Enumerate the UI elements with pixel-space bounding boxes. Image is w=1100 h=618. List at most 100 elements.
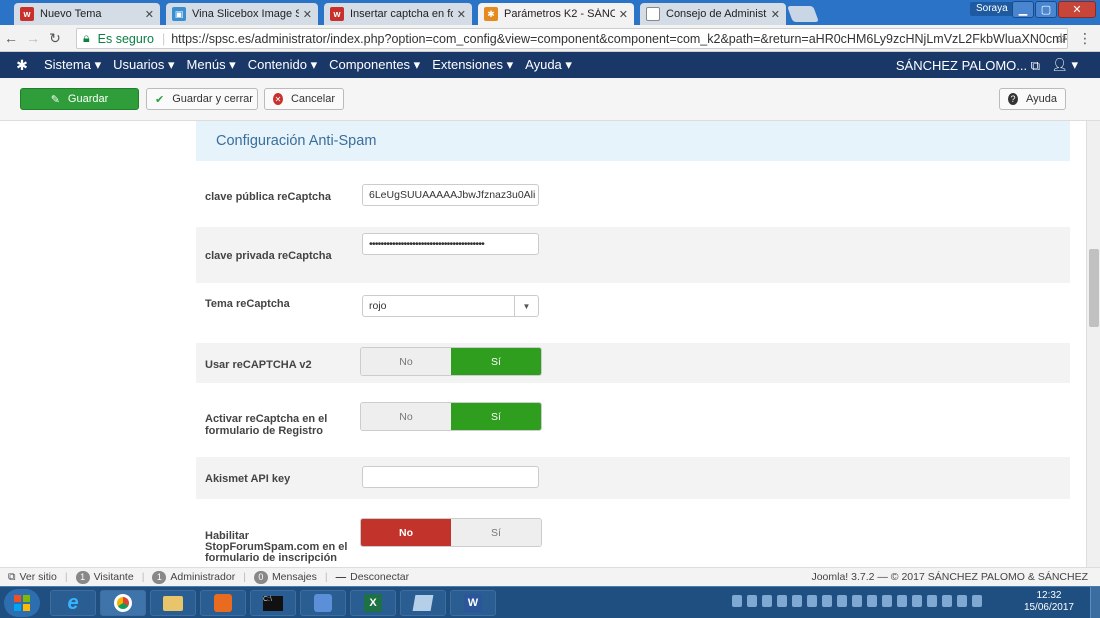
tab-close-icon[interactable]: ✕	[619, 8, 628, 21]
private-key-input[interactable]: ••••••••••••••••••••••••••••••••••••••••	[362, 233, 539, 255]
excel-icon[interactable]: X	[350, 590, 396, 616]
file-explorer-icon[interactable]	[150, 590, 196, 616]
scrollbar-thumb[interactable]	[1089, 249, 1099, 327]
browser-tab-2[interactable]: ▣ Vina Slicebox Image Slid ✕	[166, 3, 318, 25]
window-minimize-icon[interactable]: ▁	[1012, 1, 1034, 18]
internet-explorer-icon[interactable]: e	[50, 590, 96, 616]
lock-icon: 🔒︎	[83, 31, 90, 45]
cancel-button-label: Cancelar	[290, 93, 335, 105]
visitors-label: Visitante	[93, 571, 134, 583]
browser-menu-icon[interactable]: ⋮	[1074, 30, 1096, 47]
page-scrollbar[interactable]	[1086, 121, 1100, 567]
recaptcha-v2-no-option[interactable]: No	[361, 348, 451, 375]
save-and-close-button[interactable]: ✔ Guardar y cerrar	[146, 88, 258, 110]
logout-label: Desconectar	[350, 571, 410, 583]
secure-label: Es seguro	[97, 31, 154, 46]
menu-extensiones[interactable]: Extensiones ▾	[432, 57, 513, 73]
show-desktop-button[interactable]	[1090, 587, 1100, 618]
browser-tab-4-active[interactable]: ✱ Parámetros K2 - SÁNCHE ✕	[478, 3, 634, 25]
public-key-input[interactable]: 6LeUgSUUAAAAAJbwJfznaz3u0Ali	[362, 184, 539, 206]
logout-link[interactable]: — Desconectar	[336, 571, 409, 583]
tab-close-icon[interactable]: ✕	[303, 8, 312, 21]
tray-icon[interactable]	[777, 595, 787, 607]
tray-icon[interactable]	[807, 595, 817, 607]
tray-icon[interactable]	[852, 595, 862, 607]
cancel-button[interactable]: ✕ Cancelar	[264, 88, 344, 110]
minus-icon: —	[335, 571, 347, 583]
admins-label: Administrador	[170, 571, 236, 583]
new-tab-button[interactable]	[787, 6, 819, 22]
tab-close-icon[interactable]: ✕	[771, 8, 780, 21]
recaptcha-v2-row: Usar reCAPTCHA v2 No Sí	[196, 343, 1070, 383]
tray-icon[interactable]	[882, 595, 892, 607]
joomla-version-footer: Joomla! 3.7.2 — © 2017 SÁNCHEZ PALOMO & …	[811, 571, 1088, 583]
tray-icon[interactable]	[762, 595, 772, 607]
view-site-link[interactable]: ⧉ Ver sitio	[8, 571, 57, 584]
tab-label: Parámetros K2 - SÁNCHE	[504, 8, 615, 20]
chevron-down-icon: ▼	[514, 296, 538, 316]
tab-close-icon[interactable]: ✕	[145, 8, 154, 21]
word-icon[interactable]: W	[450, 590, 496, 616]
recaptcha-v2-yes-option[interactable]: Sí	[451, 348, 541, 375]
admin-site-name-link[interactable]: SÁNCHEZ PALOMO... ⧉	[896, 58, 1040, 74]
save-button[interactable]: ✎ Guardar	[20, 88, 139, 110]
browser-tab-1[interactable]: w Nuevo Tema ✕	[14, 3, 160, 25]
akismet-api-key-input[interactable]	[362, 466, 539, 488]
theme-row: Tema reCaptcha rojo ▼	[196, 283, 1070, 341]
tray-icon[interactable]	[957, 595, 967, 607]
browser-tab-3[interactable]: w Insertar captcha en form ✕	[324, 3, 472, 25]
tray-icon[interactable]	[897, 595, 907, 607]
joomla-logo-icon[interactable]: ✱	[0, 57, 44, 74]
tray-icon[interactable]	[747, 595, 757, 607]
media-player-icon[interactable]	[200, 590, 246, 616]
browser-profile-badge[interactable]: Soraya	[970, 2, 1014, 16]
forward-arrow-icon[interactable]: →	[22, 30, 44, 46]
status-divider: |	[64, 571, 68, 583]
reload-icon[interactable]: ↻	[44, 30, 66, 47]
menu-componentes[interactable]: Componentes ▾	[329, 57, 420, 73]
tray-icon[interactable]	[927, 595, 937, 607]
menu-menus[interactable]: Menús ▾	[187, 57, 236, 73]
taskbar-clock[interactable]: 12:32 15/06/2017	[1024, 590, 1074, 614]
bookmark-star-icon[interactable]: ☆	[1050, 30, 1072, 47]
theme-select[interactable]: rojo ▼	[362, 295, 539, 317]
tray-icon[interactable]	[837, 595, 847, 607]
tray-icon[interactable]	[822, 595, 832, 607]
window-close-icon[interactable]: ✕	[1058, 1, 1096, 18]
section-header: Configuración Anti-Spam	[196, 121, 1070, 161]
stopforumspam-toggle[interactable]: No Sí	[360, 518, 542, 547]
menu-contenido[interactable]: Contenido ▾	[248, 57, 317, 73]
notes-app-icon[interactable]	[400, 590, 446, 616]
registration-no-option[interactable]: No	[361, 403, 451, 430]
browser-tab-5[interactable]: Consejo de Administració ✕	[640, 3, 786, 25]
registration-yes-option[interactable]: Sí	[451, 403, 541, 430]
tray-icon[interactable]	[792, 595, 802, 607]
user-menu-icon[interactable]: 👤︎ ▾	[1051, 57, 1078, 73]
chrome-icon[interactable]	[100, 590, 146, 616]
menu-ayuda[interactable]: Ayuda ▾	[525, 57, 572, 73]
tray-icon[interactable]	[867, 595, 877, 607]
menu-sistema[interactable]: Sistema ▾	[44, 57, 101, 73]
stopforumspam-no-option[interactable]: No	[361, 519, 451, 546]
window-maximize-icon[interactable]: ▢	[1035, 1, 1057, 18]
back-arrow-icon[interactable]: ←	[0, 30, 22, 46]
question-icon: ?	[1008, 93, 1018, 105]
menu-usuarios[interactable]: Usuarios ▾	[113, 57, 174, 73]
windows-start-icon[interactable]	[4, 589, 40, 617]
registration-recaptcha-toggle[interactable]: No Sí	[360, 402, 542, 431]
save-button-label: Guardar	[67, 93, 109, 105]
ansi-app-icon[interactable]	[300, 590, 346, 616]
section-title: Configuración Anti-Spam	[216, 133, 377, 149]
help-button[interactable]: ? Ayuda	[999, 88, 1066, 110]
messages-link[interactable]: 0 Mensajes	[253, 570, 317, 584]
url-input[interactable]: 🔒︎ Es seguro | https://spsc.es/administr…	[76, 28, 1068, 49]
volume-icon[interactable]	[972, 595, 982, 607]
tray-icon[interactable]	[942, 595, 952, 607]
stopforumspam-yes-option[interactable]: Sí	[451, 519, 541, 546]
command-prompt-icon[interactable]: C:\	[250, 590, 296, 616]
registration-recaptcha-label-2: formulario de Registro	[205, 425, 323, 437]
tray-icon[interactable]	[732, 595, 742, 607]
tab-close-icon[interactable]: ✕	[457, 8, 466, 21]
tray-icon[interactable]	[912, 595, 922, 607]
recaptcha-v2-toggle[interactable]: No Sí	[360, 347, 542, 376]
